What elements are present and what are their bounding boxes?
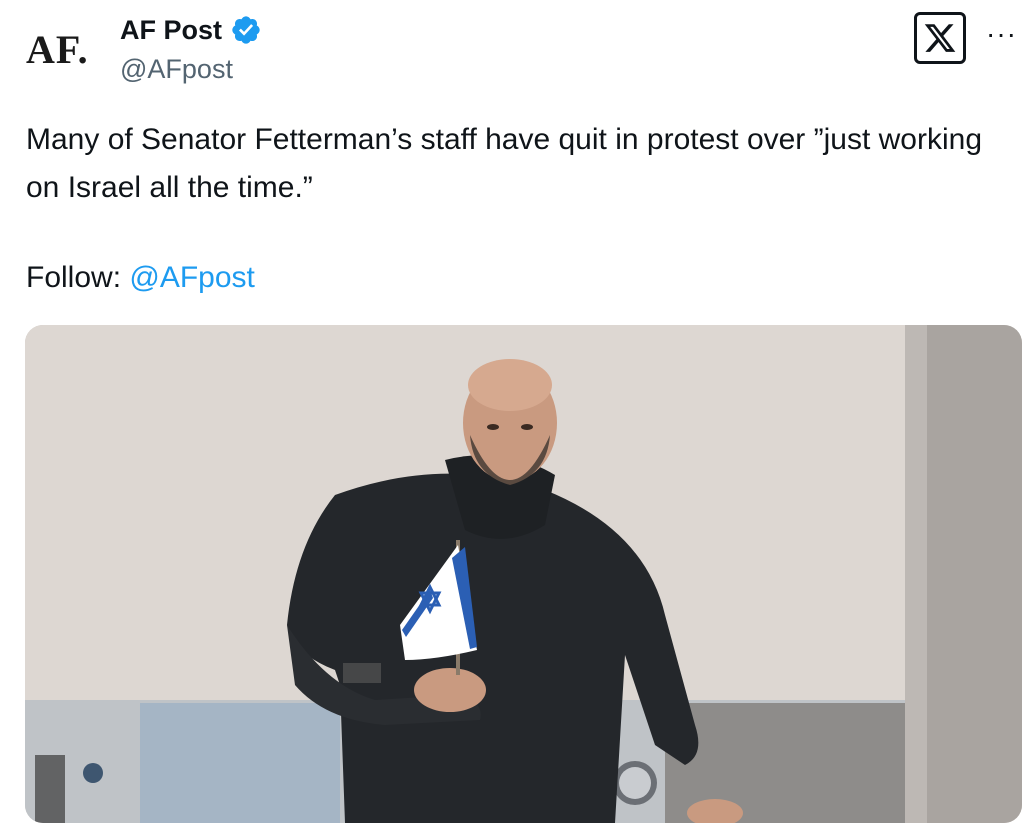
follow-mention-link[interactable]: @AFpost <box>129 261 255 294</box>
tweet-text: Many of Senator Fetterman’s staff have q… <box>26 123 983 204</box>
handle[interactable]: @AFpost <box>120 54 233 85</box>
x-logo-icon[interactable] <box>914 12 966 64</box>
tweet-media-photo[interactable] <box>25 325 1022 823</box>
avatar[interactable]: AF. <box>26 26 89 73</box>
follow-line: Follow: @AFpost <box>26 254 255 302</box>
follow-label: Follow: <box>26 261 130 294</box>
more-options-icon[interactable]: ··· <box>986 18 1017 50</box>
tweet-header: AF. AF Post @AFpost ··· <box>0 0 1024 100</box>
verified-badge-icon <box>230 14 262 46</box>
display-name[interactable]: AF Post <box>120 15 222 46</box>
name-row: AF Post <box>120 14 262 46</box>
